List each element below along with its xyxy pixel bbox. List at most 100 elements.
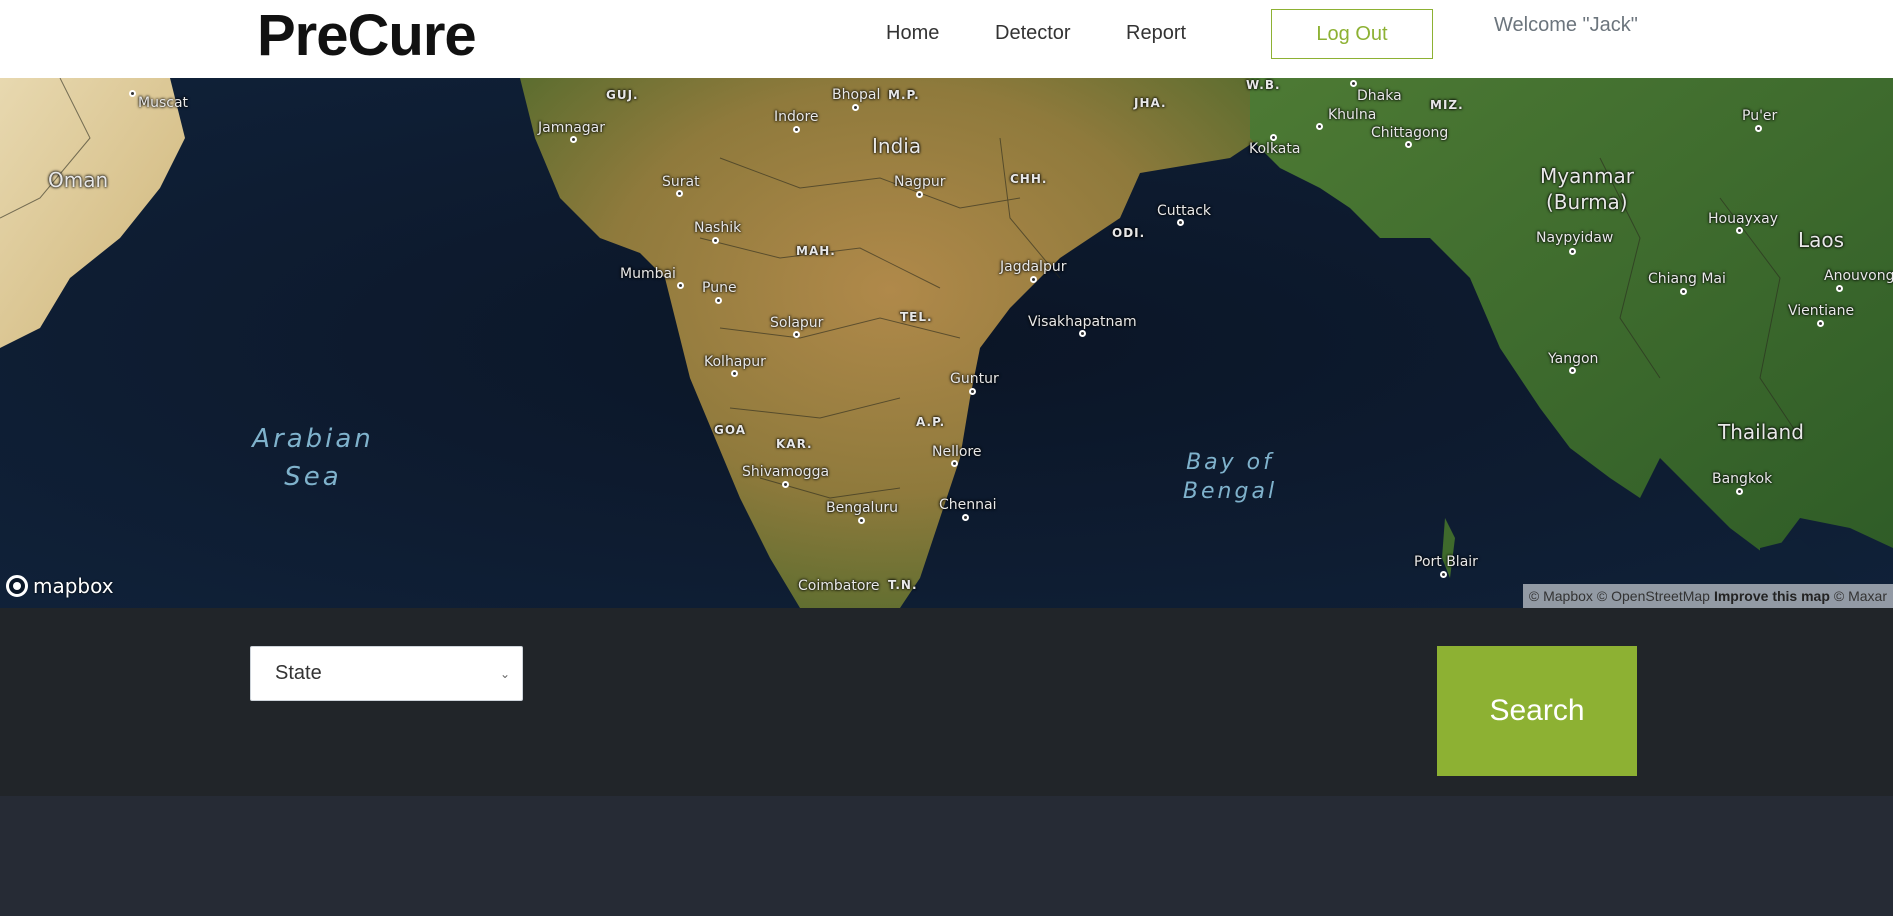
map-dot bbox=[1030, 276, 1037, 283]
map-label-bay-of-bengal: Bay of Bengal bbox=[1182, 450, 1278, 504]
map-city-naypyidaw: Naypyidaw bbox=[1536, 230, 1614, 246]
improve-map-link[interactable]: Improve this map bbox=[1714, 588, 1830, 604]
map-dot bbox=[1736, 488, 1743, 495]
map-terrain bbox=[0, 78, 1893, 608]
map-dot bbox=[676, 190, 683, 197]
map-city-nagpur: Nagpur bbox=[894, 174, 946, 190]
map-city-chiang-mai: Chiang Mai bbox=[1648, 271, 1726, 287]
map-city-vientiane: Vientiane bbox=[1788, 303, 1855, 319]
map-state-chh: CHH. bbox=[1010, 172, 1048, 186]
map-dot bbox=[793, 331, 800, 338]
map-dot bbox=[858, 517, 865, 524]
map-label-laos: Laos bbox=[1798, 228, 1845, 252]
mapbox-logo-icon bbox=[6, 575, 28, 597]
map-dot bbox=[1405, 141, 1412, 148]
map-city-khulna: Khulna bbox=[1328, 107, 1377, 123]
chevron-down-icon: ⌄ bbox=[499, 667, 510, 681]
map-state-odi: ODI. bbox=[1112, 226, 1146, 240]
map-dot bbox=[570, 136, 577, 143]
map-city-nashik: Nashik bbox=[694, 220, 742, 236]
map-city-jagdalpur: Jagdalpur bbox=[1000, 259, 1067, 275]
nav-detector[interactable]: Detector bbox=[995, 22, 1071, 45]
map-state-miz: MIZ. bbox=[1430, 98, 1464, 112]
map-dot bbox=[1350, 80, 1357, 87]
logout-button[interactable]: Log Out bbox=[1271, 9, 1433, 59]
map-dot bbox=[677, 282, 684, 289]
welcome-text: Welcome "Jack" bbox=[1494, 14, 1638, 36]
map-dot bbox=[793, 126, 800, 133]
mapbox-logo[interactable]: mapbox bbox=[6, 574, 114, 598]
map-dot bbox=[1755, 125, 1762, 132]
map-dot bbox=[951, 460, 958, 467]
nav-report[interactable]: Report bbox=[1126, 22, 1186, 45]
attribution-osm-link[interactable]: © OpenStreetMap bbox=[1597, 588, 1710, 604]
map-view[interactable]: Oman India Myanmar (Burma) Laos Thailand… bbox=[0, 78, 1893, 608]
map-state-tn: T.N. bbox=[888, 578, 918, 592]
attribution-mapbox-link[interactable]: © Mapbox bbox=[1529, 588, 1593, 604]
map-state-guj: GUJ. bbox=[606, 88, 639, 102]
map-dot bbox=[712, 237, 719, 244]
map-city-anouvong: Anouvong bbox=[1824, 268, 1893, 284]
map-state-mp: M.P. bbox=[888, 88, 920, 102]
map-city-port-blair: Port Blair bbox=[1414, 554, 1478, 570]
top-navbar: PreCure Home Detector Report Log Out Wel… bbox=[0, 0, 1893, 78]
map-dot bbox=[1736, 227, 1743, 234]
map-city-mumbai: Mumbai bbox=[620, 266, 676, 282]
page-footer-area bbox=[0, 796, 1893, 916]
map-label-burma: (Burma) bbox=[1546, 190, 1628, 214]
map-dot bbox=[916, 191, 923, 198]
map-label-thailand: Thailand bbox=[1718, 420, 1804, 444]
map-dot bbox=[852, 104, 859, 111]
map-dot bbox=[1680, 288, 1687, 295]
map-state-wb: W.B. bbox=[1246, 78, 1281, 92]
map-city-shivamogga: Shivamogga bbox=[742, 464, 830, 480]
map-city-bhopal: Bhopal bbox=[832, 87, 881, 103]
map-city-chennai: Chennai bbox=[939, 497, 997, 513]
map-dot bbox=[1316, 123, 1323, 130]
map-city-surat: Surat bbox=[662, 174, 700, 190]
map-dot bbox=[1177, 219, 1184, 226]
state-select[interactable]: State ⌄ bbox=[250, 646, 523, 701]
map-city-kolkata: Kolkata bbox=[1249, 141, 1301, 157]
map-state-tel: TEL. bbox=[900, 310, 933, 324]
map-dot bbox=[129, 90, 136, 97]
map-city-cuttack: Cuttack bbox=[1157, 203, 1212, 219]
map-dot bbox=[715, 297, 722, 304]
map-label-india: India bbox=[872, 134, 922, 158]
map-city-yangon: Yangon bbox=[1548, 351, 1599, 367]
map-dot bbox=[1270, 134, 1277, 141]
map-city-jamnagar: Jamnagar bbox=[538, 120, 606, 136]
map-label-oman: Oman bbox=[48, 168, 109, 192]
map-dot bbox=[731, 370, 738, 377]
map-city-chittagong: Chittagong bbox=[1371, 125, 1449, 141]
map-dot bbox=[962, 514, 969, 521]
nav-home[interactable]: Home bbox=[886, 22, 939, 45]
search-button[interactable]: Search bbox=[1437, 646, 1637, 776]
map-dot bbox=[1817, 320, 1824, 327]
attribution-maxar-link[interactable]: © Maxar bbox=[1834, 588, 1887, 604]
map-city-coimbatore: Coimbatore bbox=[798, 578, 880, 594]
state-select-value: State bbox=[275, 662, 322, 684]
map-label-arabian-sea: Arabian Sea bbox=[252, 424, 374, 492]
map-attribution: © Mapbox © OpenStreetMap Improve this ma… bbox=[1522, 584, 1893, 608]
map-label-myanmar: Myanmar bbox=[1540, 164, 1634, 188]
map-city-solapur: Solapur bbox=[770, 315, 824, 331]
map-dot bbox=[969, 388, 976, 395]
map-city-guntur: Guntur bbox=[950, 371, 999, 387]
map-city-muscat: Muscat bbox=[138, 95, 189, 111]
map-dot bbox=[1569, 248, 1576, 255]
map-dot bbox=[1079, 330, 1086, 337]
map-city-visakhapatnam: Visakhapatnam bbox=[1028, 314, 1137, 330]
map-city-bengaluru: Bengaluru bbox=[826, 500, 898, 516]
map-city-dhaka: Dhaka bbox=[1357, 88, 1402, 104]
map-dot bbox=[1440, 571, 1447, 578]
map-city-puer: Pu'er bbox=[1742, 108, 1778, 124]
map-city-houayxay: Houayxay bbox=[1708, 211, 1778, 227]
search-controls: State ⌄ Search bbox=[0, 608, 1893, 796]
brand-logo[interactable]: PreCure bbox=[257, 2, 477, 69]
map-state-jha: JHA. bbox=[1134, 96, 1167, 110]
map-dot bbox=[1569, 367, 1576, 374]
map-state-kar: KAR. bbox=[776, 437, 813, 451]
map-dot bbox=[782, 481, 789, 488]
map-city-kolhapur: Kolhapur bbox=[704, 354, 766, 370]
